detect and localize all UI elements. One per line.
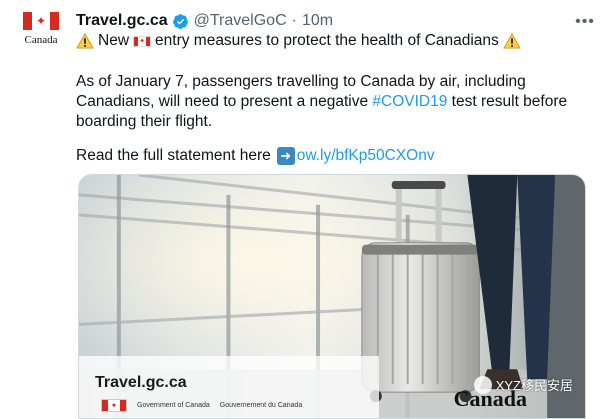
verified-badge-icon xyxy=(172,13,188,29)
gov-en: Government of Canada xyxy=(137,401,210,409)
hashtag-link[interactable]: #COVID19 xyxy=(372,93,447,110)
line1-text-b: entry measures to protect the health of … xyxy=(155,32,499,49)
tweet-line-1: New ✦ entry measures to protect the heal… xyxy=(76,31,590,51)
media-caption: Travel.gc.ca xyxy=(95,374,187,391)
right-arrow-icon: ➜ xyxy=(276,147,295,165)
gov-fr: Gouvernement du Canada xyxy=(219,401,303,409)
watermark: XYZ移民安居 xyxy=(473,375,573,394)
line1-text-a: New xyxy=(98,32,130,49)
tweet-read-line: Read the full statement here ➜ ow.ly/bfK… xyxy=(76,146,590,166)
separator-dot: · xyxy=(291,12,297,29)
government-signature: ✦ Government of Canada Gouvernement du C… xyxy=(101,399,302,412)
handle[interactable]: @TravelGoC xyxy=(194,12,287,30)
canada-flag-icon: ✦ xyxy=(23,12,59,30)
tweet-header: Travel.gc.ca @TravelGoC · 10m ••• xyxy=(76,10,594,32)
avatar[interactable]: ✦ Canada xyxy=(18,12,64,58)
tweet-paragraph: As of January 7, passengers travelling t… xyxy=(76,72,590,132)
read-text: Read the full statement here xyxy=(76,147,271,164)
warning-icon xyxy=(503,33,521,49)
watermark-icon xyxy=(473,375,492,394)
media-card[interactable]: Travel.gc.ca ✦ Government of Canada Gouv… xyxy=(78,174,586,419)
display-name[interactable]: Travel.gc.ca xyxy=(76,12,168,30)
short-link[interactable]: ow.ly/bfKp50CXOnv xyxy=(297,146,435,166)
warning-icon xyxy=(76,33,94,49)
more-icon[interactable]: ••• xyxy=(575,13,594,31)
timestamp[interactable]: 10m xyxy=(302,12,333,30)
tweet[interactable]: ✦ Canada Travel.gc.ca @TravelGoC · 10m •… xyxy=(0,0,612,419)
canada-flag-icon: ✦ xyxy=(133,35,152,47)
avatar-wordmark: Canada xyxy=(24,34,58,46)
watermark-text: XYZ移民安居 xyxy=(495,378,573,393)
canada-flag-icon: ✦ xyxy=(101,399,127,412)
